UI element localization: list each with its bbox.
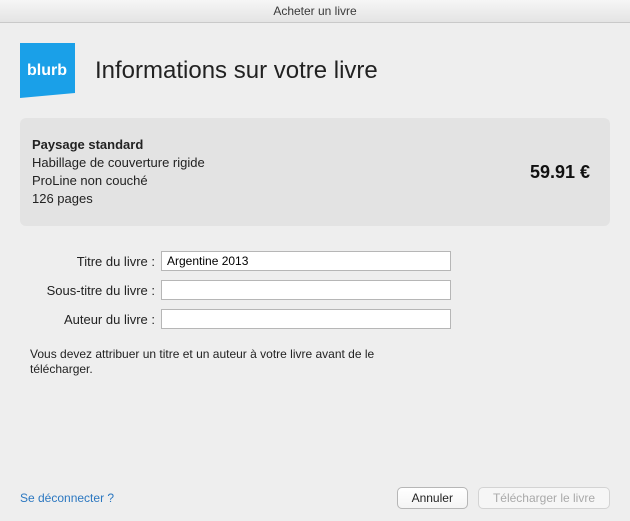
blurb-logo-text: blurb <box>27 62 67 79</box>
book-summary: Paysage standard Habillage de couverture… <box>20 118 610 226</box>
book-title-input[interactable] <box>161 251 451 271</box>
window-title: Acheter un livre <box>273 4 356 18</box>
footer: Se déconnecter ? Annuler Télécharger le … <box>0 487 630 509</box>
book-author-input[interactable] <box>161 309 451 329</box>
book-info-form: Titre du livre : Sous-titre du livre : A… <box>20 251 610 329</box>
title-label: Titre du livre : <box>20 254 161 269</box>
book-format: Paysage standard <box>32 136 530 154</box>
upload-button[interactable]: Télécharger le livre <box>478 487 610 509</box>
blurb-logo: blurb <box>20 43 75 98</box>
book-paper-type: ProLine non couché <box>32 172 530 190</box>
author-label: Auteur du livre : <box>20 312 161 327</box>
window-titlebar: Acheter un livre <box>0 0 630 23</box>
book-price: 59.91 € <box>530 162 590 183</box>
validation-hint: Vous devez attribuer un titre et un aute… <box>30 347 430 377</box>
page-title: Informations sur votre livre <box>95 57 378 85</box>
book-page-count: 126 pages <box>32 190 530 208</box>
book-subtitle-input[interactable] <box>161 280 451 300</box>
book-cover-type: Habillage de couverture rigide <box>32 154 530 172</box>
subtitle-label: Sous-titre du livre : <box>20 283 161 298</box>
signout-link[interactable]: Se déconnecter ? <box>20 491 114 505</box>
window-body: blurb Informations sur votre livre Paysa… <box>0 23 630 521</box>
book-summary-details: Paysage standard Habillage de couverture… <box>32 136 530 208</box>
cancel-button[interactable]: Annuler <box>397 487 468 509</box>
header: blurb Informations sur votre livre <box>0 23 630 108</box>
